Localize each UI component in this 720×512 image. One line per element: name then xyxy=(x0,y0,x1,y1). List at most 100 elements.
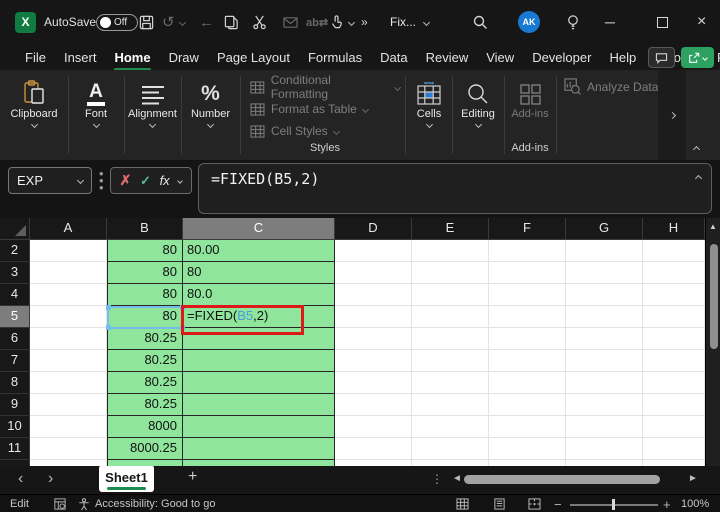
name-box[interactable]: EXP xyxy=(8,167,92,194)
cell-D3[interactable] xyxy=(335,262,412,284)
macro-record-button[interactable] xyxy=(54,495,66,512)
cell-F11[interactable] xyxy=(489,438,566,460)
cell-F4[interactable] xyxy=(489,284,566,306)
menu-tab-formulas[interactable]: Formulas xyxy=(299,46,371,69)
cell-B11[interactable]: 8000.25 xyxy=(107,438,183,460)
formula-input[interactable]: =FIXED(B5,2) xyxy=(198,163,712,214)
cell-E4[interactable] xyxy=(412,284,489,306)
cell-A11[interactable] xyxy=(30,438,107,460)
cell-E3[interactable] xyxy=(412,262,489,284)
cell-H9[interactable] xyxy=(643,394,705,416)
cell-C8[interactable] xyxy=(183,372,335,394)
collapse-formula-bar-icon[interactable] xyxy=(695,175,702,182)
scrollbar-resize-handle[interactable]: ⋮ xyxy=(431,472,443,486)
row-header-7[interactable]: 7 xyxy=(0,350,30,372)
cell-G10[interactable] xyxy=(566,416,643,438)
cell-G6[interactable] xyxy=(566,328,643,350)
cell-E5[interactable] xyxy=(412,306,489,328)
cell-H4[interactable] xyxy=(643,284,705,306)
cell-H10[interactable] xyxy=(643,416,705,438)
cell-D7[interactable] xyxy=(335,350,412,372)
column-header-G[interactable]: G xyxy=(566,218,643,240)
column-header-A[interactable]: A xyxy=(30,218,107,240)
cell-F6[interactable] xyxy=(489,328,566,350)
vertical-scroll-thumb[interactable] xyxy=(710,244,718,349)
column-header-H[interactable]: H xyxy=(643,218,705,240)
scroll-left-icon[interactable]: ◄ xyxy=(452,473,462,484)
cell-D8[interactable] xyxy=(335,372,412,394)
alignment-group-button[interactable]: Alignment xyxy=(124,76,181,127)
row-header-5[interactable]: 5 xyxy=(0,306,30,328)
cell-A3[interactable] xyxy=(30,262,107,284)
cell-G9[interactable] xyxy=(566,394,643,416)
touch-mode-button[interactable] xyxy=(330,0,354,44)
analyze-data-button[interactable]: Analyze Data xyxy=(564,78,658,95)
cell-A4[interactable] xyxy=(30,284,107,306)
row-header-8[interactable]: 8 xyxy=(0,372,30,394)
cell-H11[interactable] xyxy=(643,438,705,460)
menu-tab-review[interactable]: Review xyxy=(417,46,478,69)
title-dropdown-icon[interactable] xyxy=(423,18,430,25)
scroll-right-icon[interactable]: ► xyxy=(688,473,698,484)
menu-tab-insert[interactable]: Insert xyxy=(55,46,106,69)
page-layout-view-button[interactable] xyxy=(493,495,506,512)
zoom-out-button[interactable]: − xyxy=(554,495,562,512)
cancel-entry-button[interactable]: ✗ xyxy=(120,172,132,189)
format-as-table-button[interactable]: Format as Table xyxy=(250,98,400,120)
zoom-in-button[interactable]: + xyxy=(663,495,671,512)
row-header-6[interactable]: 6 xyxy=(0,328,30,350)
select-all-corner[interactable] xyxy=(0,218,30,240)
minimize-button[interactable]: ─ xyxy=(605,14,615,30)
comments-button[interactable] xyxy=(648,47,675,68)
cell-G8[interactable] xyxy=(566,372,643,394)
account-avatar[interactable]: AK xyxy=(518,11,540,33)
cell-D11[interactable] xyxy=(335,438,412,460)
cell-C9[interactable] xyxy=(183,394,335,416)
cell-F10[interactable] xyxy=(489,416,566,438)
save-button[interactable] xyxy=(139,0,154,44)
touch-mode-dropdown-icon[interactable] xyxy=(348,18,355,25)
normal-view-button[interactable] xyxy=(456,495,469,512)
row-header-11[interactable]: 11 xyxy=(0,438,30,460)
cell-E6[interactable] xyxy=(412,328,489,350)
cell-B9[interactable]: 80.25 xyxy=(107,394,183,416)
cell-F9[interactable] xyxy=(489,394,566,416)
document-title[interactable]: Fix... xyxy=(390,15,416,29)
cell-G4[interactable] xyxy=(566,284,643,306)
cell-H8[interactable] xyxy=(643,372,705,394)
cut-button[interactable] xyxy=(252,0,267,44)
zoom-level[interactable]: 100% xyxy=(681,495,709,512)
cell-A7[interactable] xyxy=(30,350,107,372)
cell-C3[interactable]: 80 xyxy=(183,262,335,284)
editing-group-button[interactable]: Editing xyxy=(453,76,503,127)
add-ins-button[interactable]: Add-ins xyxy=(505,76,555,120)
email-button[interactable] xyxy=(283,0,298,44)
cell-H2[interactable] xyxy=(643,240,705,262)
cell-C2[interactable]: 80.00 xyxy=(183,240,335,262)
next-sheet-icon[interactable]: › xyxy=(48,470,53,488)
prev-sheet-icon[interactable]: ‹ xyxy=(18,470,23,488)
scroll-up-icon[interactable]: ▲ xyxy=(709,222,717,231)
zoom-slider-thumb[interactable] xyxy=(612,499,615,510)
menu-tab-file[interactable]: File xyxy=(16,46,55,69)
cell-F2[interactable] xyxy=(489,240,566,262)
cell-B4[interactable]: 80 xyxy=(107,284,183,306)
cell-E10[interactable] xyxy=(412,416,489,438)
cell-B6[interactable]: 80.25 xyxy=(107,328,183,350)
cell-A9[interactable] xyxy=(30,394,107,416)
cell-B3[interactable]: 80 xyxy=(107,262,183,284)
fx-dropdown-icon[interactable] xyxy=(177,178,183,184)
cell-E11[interactable] xyxy=(412,438,489,460)
cell-styles-button[interactable]: Cell Styles xyxy=(250,120,400,142)
cell-D6[interactable] xyxy=(335,328,412,350)
share-button[interactable] xyxy=(681,47,714,68)
accessibility-checker[interactable]: Accessibility: Good to go xyxy=(78,495,215,512)
horizontal-scroll-thumb[interactable] xyxy=(464,475,660,484)
row-header-3[interactable]: 3 xyxy=(0,262,30,284)
more-commands-icon[interactable]: » xyxy=(361,15,368,29)
column-header-B[interactable]: B xyxy=(107,218,183,240)
cell-B7[interactable]: 80.25 xyxy=(107,350,183,372)
menu-tab-home[interactable]: Home xyxy=(105,46,159,69)
cell-D4[interactable] xyxy=(335,284,412,306)
autosave-toggle[interactable]: Off xyxy=(96,14,138,31)
